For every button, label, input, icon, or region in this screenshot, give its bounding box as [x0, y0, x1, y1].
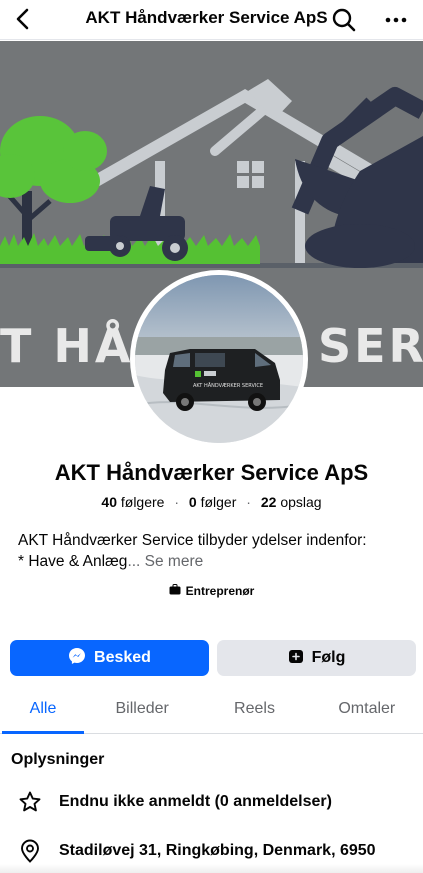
- rating-row[interactable]: Endnu ikke anmeldt (0 anmeldelser): [0, 790, 423, 814]
- star-icon: [18, 790, 42, 814]
- message-button-label: Besked: [94, 649, 151, 666]
- profile-photo-van: AKT HÅNDVÆRKER SERVICE: [135, 275, 303, 443]
- following-count[interactable]: 0: [189, 494, 197, 510]
- profile-tabs: Alle Billeder Reels Omtaler: [0, 688, 423, 734]
- briefcase-icon: [169, 584, 181, 598]
- address-row[interactable]: Stadiløvej 31, Ringkøbing, Denmark, 6950: [0, 839, 423, 863]
- search-icon[interactable]: [331, 7, 357, 33]
- more-horizontal-icon[interactable]: [383, 7, 409, 33]
- bio-line-1: AKT Håndværker Service tilbyder ydelser …: [18, 532, 367, 549]
- profile-bio: AKT Håndværker Service tilbyder ydelser …: [18, 530, 413, 572]
- bio-line-2-text: * Have & Anlæg: [18, 553, 128, 570]
- follow-button-label: Følg: [311, 649, 346, 666]
- tab-reels[interactable]: Reels: [198, 688, 310, 733]
- tab-billeder[interactable]: Billeder: [86, 688, 198, 733]
- posts-count: 22: [260, 494, 277, 510]
- page-title: AKT Håndværker Service ApS: [85, 8, 328, 27]
- posts-label: opslag: [280, 494, 322, 510]
- bio-line-2: * Have & Anlæg... Se mere: [18, 551, 413, 572]
- category-label: Entreprenør: [185, 584, 255, 598]
- following-label[interactable]: følger: [201, 494, 237, 510]
- chevron-left-icon[interactable]: [10, 6, 36, 32]
- separator-dot: ·: [174, 494, 180, 510]
- info-section-title: Oplysninger: [11, 751, 105, 768]
- follow-icon: [288, 648, 304, 669]
- see-more-link[interactable]: ... Se mere: [127, 553, 203, 570]
- messenger-icon: [68, 647, 86, 670]
- profile-picture[interactable]: AKT HÅNDVÆRKER SERVICE: [130, 270, 308, 448]
- rating-text: Endnu ikke anmeldt (0 anmeldelser): [59, 793, 332, 810]
- tab-alle[interactable]: Alle: [0, 688, 86, 734]
- bottom-divider: [0, 864, 423, 873]
- profile-name: AKT Håndværker Service ApS: [54, 460, 369, 485]
- followers-count[interactable]: 40: [101, 494, 117, 510]
- cover-text-right: SERV: [318, 319, 423, 373]
- follow-button[interactable]: Følg: [217, 640, 416, 676]
- top-bar: AKT Håndværker Service ApS: [0, 0, 423, 40]
- category-badge: Entreprenør: [0, 584, 423, 598]
- profile-stats: 40 følgere · 0 følger · 22 opslag: [0, 494, 423, 510]
- followers-label[interactable]: følgere: [121, 494, 165, 510]
- address-text: Stadiløvej 31, Ringkøbing, Denmark, 6950: [59, 842, 376, 859]
- message-button[interactable]: Besked: [10, 640, 209, 676]
- separator-dot: ·: [246, 494, 251, 510]
- van-lettering: AKT HÅNDVÆRKER SERVICE: [193, 382, 263, 389]
- tab-omtaler[interactable]: Omtaler: [311, 688, 423, 733]
- location-pin-icon: [18, 839, 42, 863]
